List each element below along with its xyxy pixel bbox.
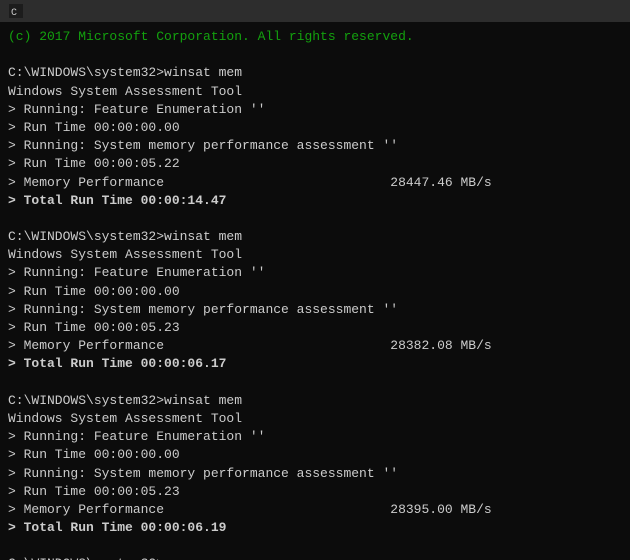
block2-line1: > Running: Feature Enumeration ''	[8, 264, 622, 282]
title-bar: C	[0, 0, 630, 22]
copyright-line: (c) 2017 Microsoft Corporation. All righ…	[8, 28, 622, 46]
block2-line2: > Run Time 00:00:00.00	[8, 283, 622, 301]
block3-line1: > Running: Feature Enumeration ''	[8, 428, 622, 446]
block3-line6: > Total Run Time 00:00:06.19	[8, 519, 622, 537]
blank-line-2	[8, 210, 622, 228]
block3-line4: > Run Time 00:00:05.23	[8, 483, 622, 501]
svg-text:C: C	[11, 8, 17, 18]
prompt-3-1: C:\WINDOWS\system32>winsat mem	[8, 392, 622, 410]
prompt-1-1: C:\WINDOWS\system32>winsat mem	[8, 64, 622, 82]
blank-line-4	[8, 537, 622, 555]
blank-line-1	[8, 46, 622, 64]
block2-line5: > Memory Performance 28382.08 MB/s	[8, 337, 622, 355]
block1-line6: > Total Run Time 00:00:14.47	[8, 192, 622, 210]
block1-line3: > Running: System memory performance ass…	[8, 137, 622, 155]
terminal[interactable]: (c) 2017 Microsoft Corporation. All righ…	[0, 22, 630, 560]
prompt-2-1: C:\WINDOWS\system32>winsat mem	[8, 228, 622, 246]
block1-line1: > Running: Feature Enumeration ''	[8, 101, 622, 119]
block1-line4: > Run Time 00:00:05.22	[8, 155, 622, 173]
tool-1: Windows System Assessment Tool	[8, 83, 622, 101]
final-prompt[interactable]: C:\WINDOWS\system32>	[8, 555, 622, 560]
block1-line5: > Memory Performance 28447.46 MB/s	[8, 174, 622, 192]
blank-line-3	[8, 374, 622, 392]
block3-line3: > Running: System memory performance ass…	[8, 465, 622, 483]
block2-line6: > Total Run Time 00:00:06.17	[8, 355, 622, 373]
title-bar-icon: C	[8, 3, 24, 19]
block2-line3: > Running: System memory performance ass…	[8, 301, 622, 319]
tool-2: Windows System Assessment Tool	[8, 246, 622, 264]
block3-line2: > Run Time 00:00:00.00	[8, 446, 622, 464]
tool-3: Windows System Assessment Tool	[8, 410, 622, 428]
block2-line4: > Run Time 00:00:05.23	[8, 319, 622, 337]
block3-line5: > Memory Performance 28395.00 MB/s	[8, 501, 622, 519]
block1-line2: > Run Time 00:00:00.00	[8, 119, 622, 137]
